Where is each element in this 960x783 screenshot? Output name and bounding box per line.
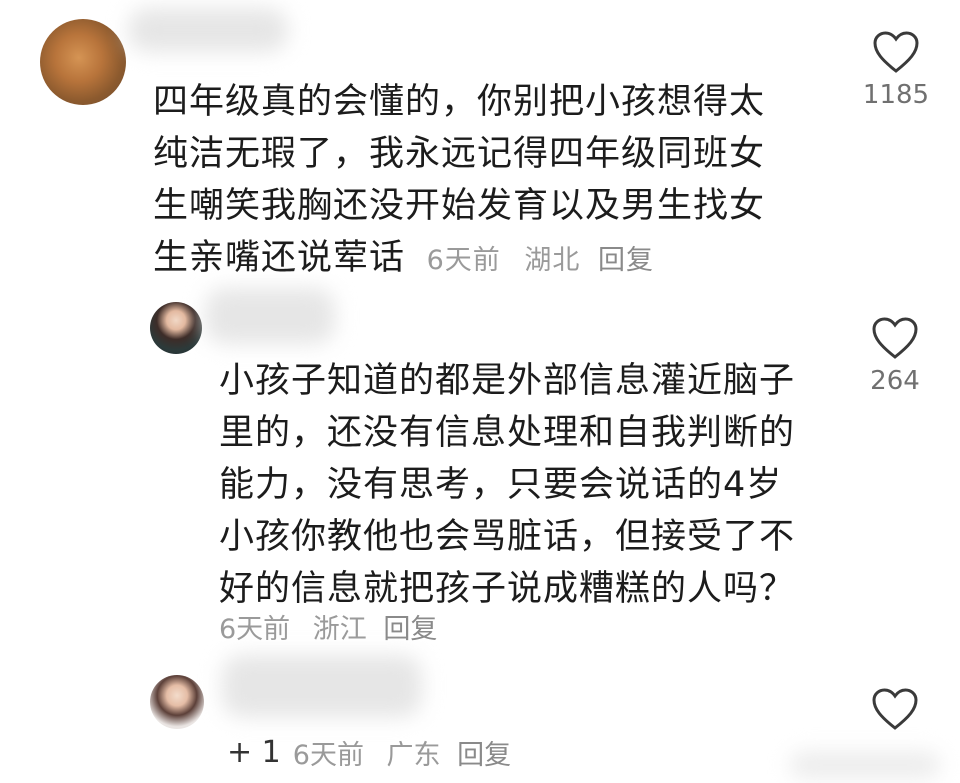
like-button[interactable]: 1185 [862,30,930,110]
comment-line: 生嘲笑我胸还没开始发育以及男生找女 [153,186,766,226]
comment-location: 广东 [386,740,441,771]
comment-time: 6天前 [292,740,364,771]
like-count: 264 [870,366,920,396]
avatar[interactable] [150,302,202,354]
comment-meta: 6天前 浙江 回复 [219,607,437,646]
reply-button[interactable]: 回复 [598,245,654,276]
reply-button[interactable]: 回复 [383,614,437,645]
heart-outline-icon [872,317,918,359]
comment-line: 能力，没有思考，只要会说话的4岁 [219,465,783,505]
comment-line: 生亲嘴还说荤话 6天前 湖北 回复 [153,232,853,287]
username-blurred [222,655,422,717]
heart-outline-icon [872,688,918,730]
username-blurred [128,8,288,52]
comment-text: 小孩子知道的都是外部信息灌近脑子 里的，还没有信息处理和自我判断的 能力，没有思… [219,355,859,615]
comment-time: 6天前 [426,245,501,276]
avatar[interactable] [150,675,204,729]
username-blurred [205,288,335,344]
like-button[interactable]: 264 [861,316,929,396]
watermark-blurred [790,752,940,778]
like-button[interactable] [861,687,929,731]
like-count: 1185 [862,80,930,110]
heart-outline-icon [873,31,919,73]
comment-line: 里的，还没有信息处理和自我判断的 [219,413,796,453]
plus-count: + 1 [227,735,281,770]
avatar[interactable] [40,19,126,105]
comment-location: 湖北 [524,245,581,276]
comment-meta: + 1 6天前 广东 回复 [227,733,511,772]
comment-text: 四年级真的会懂的，你别把小孩想得太 纯洁无瑕了，我永远记得四年级同班女 生嘲笑我… [153,76,853,287]
comment-line: 小孩子知道的都是外部信息灌近脑子 [219,361,796,401]
comment-location: 浙江 [312,614,367,645]
comment-line-text: 生亲嘴还说荤话 [153,238,406,278]
comment-time: 6天前 [219,614,291,645]
comment-line: 小孩你教他也会骂脏话，但接受了不 [219,517,796,557]
comment-line: 纯洁无瑕了，我永远记得四年级同班女 [153,134,766,174]
reply-button[interactable]: 回复 [457,740,511,771]
comment-line: 四年级真的会懂的，你别把小孩想得太 [153,82,766,122]
